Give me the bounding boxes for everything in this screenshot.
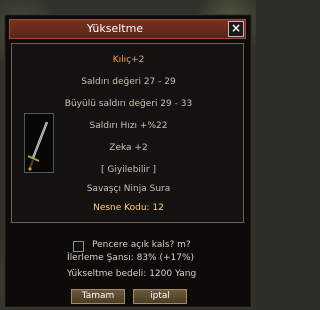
- upgrade-window: Yükseltme × Kılıç+2 Saldırı değeri 27 - …: [4, 14, 252, 308]
- ok-button[interactable]: Tamam: [71, 289, 125, 304]
- window-title: Yükseltme: [86, 22, 144, 35]
- item-name: Kılıç+2: [112, 55, 145, 65]
- upgrade-chance: İlerleme Şansı: 83% (+17%): [67, 253, 195, 263]
- item-slot[interactable]: [24, 113, 54, 173]
- close-icon[interactable]: ×: [228, 21, 244, 37]
- item-info-panel: Kılıç+2 Saldırı değeri 27 - 29 Büyülü sa…: [11, 43, 244, 223]
- stat-line: Büyülü saldırı değeri 29 - 33: [64, 99, 193, 109]
- item-code: Nesne Kodu: 12: [93, 203, 164, 213]
- title-bar[interactable]: Yükseltme ×: [9, 19, 246, 39]
- keep-open-label: Pencere açık kals? m?: [92, 240, 191, 250]
- sword-icon: [27, 121, 49, 171]
- keep-open-checkbox[interactable]: [73, 241, 84, 252]
- upgrade-cost: Yükseltme bedeli: 1200 Yang: [67, 269, 197, 279]
- stat-line: Saldırı değeri 27 - 29: [81, 77, 176, 87]
- class-list: Savaşçı Ninja Sura: [86, 184, 171, 194]
- cancel-button[interactable]: iptal: [133, 289, 187, 304]
